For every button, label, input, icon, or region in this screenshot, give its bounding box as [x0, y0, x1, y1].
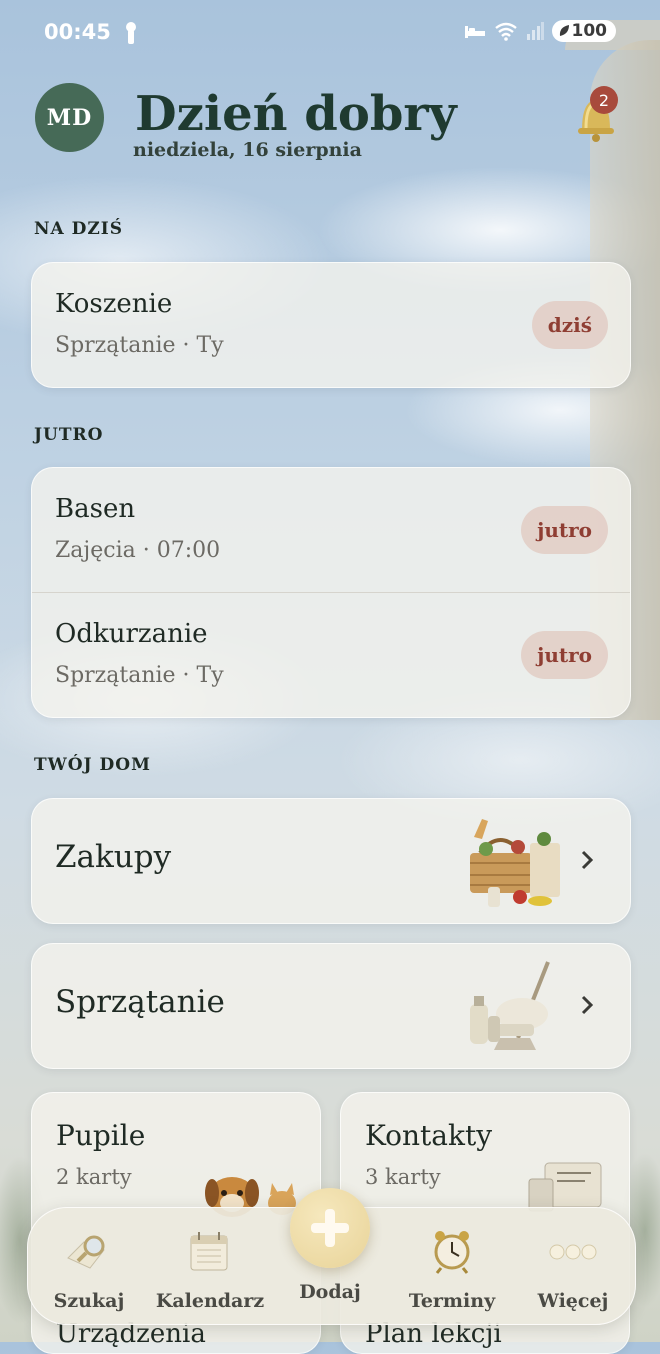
status-time: 00:45 — [44, 20, 111, 44]
groceries-basket-icon — [470, 819, 560, 907]
section-tomorrow-label: JUTRO — [34, 425, 104, 445]
tile-subtitle: 3 karty — [365, 1165, 441, 1189]
tab-deadlines[interactable]: Terminy — [397, 1228, 507, 1318]
cleaning-supplies-icon — [470, 961, 550, 1050]
avatar[interactable]: MD — [35, 83, 104, 152]
task-title: Odkurzanie — [55, 619, 208, 649]
tile-subtitle: 2 karty — [56, 1165, 132, 1189]
status-badge: dziś — [531, 301, 608, 349]
avatar-initials: MD — [46, 104, 93, 131]
add-label: Dodaj — [299, 1281, 361, 1303]
battery-indicator: 100 — [551, 20, 616, 42]
list-item[interactable]: Koszenie Sprzątanie · Ty dziś — [32, 263, 630, 387]
status-badge: jutro — [521, 631, 608, 679]
add-button[interactable] — [290, 1188, 370, 1268]
tab-label: Terminy — [408, 1290, 496, 1312]
signal-icon — [526, 22, 544, 40]
tab-calendar[interactable]: Kalendarz — [155, 1228, 265, 1318]
plus-icon — [311, 1209, 349, 1247]
list-item[interactable]: Basen Zajęcia · 07:00 jutro — [32, 468, 630, 592]
leaf-icon — [559, 25, 569, 36]
cleaning-card[interactable]: Sprzątanie — [31, 943, 631, 1069]
section-today-label: NA DZIŚ — [34, 219, 124, 239]
tomorrow-card: Basen Zajęcia · 07:00 jutro Odkurzanie S… — [31, 467, 631, 718]
search-icon — [67, 1235, 105, 1269]
task-subtitle: Zajęcia · 07:00 — [55, 538, 221, 563]
status-badge: jutro — [521, 506, 608, 554]
tab-more[interactable]: Więcej — [518, 1228, 628, 1318]
bed-icon — [464, 26, 485, 38]
battery-level: 100 — [571, 21, 608, 41]
chevron-right-icon — [581, 850, 594, 870]
tab-label: Szukaj — [53, 1290, 125, 1312]
list-item[interactable]: Odkurzanie Sprzątanie · Ty jutro — [32, 592, 630, 717]
task-title: Basen — [55, 494, 136, 524]
more-dots-icon — [549, 1244, 597, 1260]
section-home-label: TWÓJ DOM — [34, 755, 151, 775]
task-title: Koszenie — [55, 289, 173, 319]
alarm-clock-icon — [434, 1231, 470, 1274]
tile-title: Kontakty — [365, 1119, 493, 1152]
status-bar: 00:45 100 — [0, 0, 660, 66]
chevron-right-icon — [581, 995, 594, 1015]
task-subtitle: Sprzątanie · Ty — [55, 333, 224, 358]
calendar-icon — [190, 1232, 228, 1271]
notification-badge: 2 — [590, 86, 618, 114]
card-title: Sprzątanie — [55, 984, 225, 1020]
tab-label: Kalendarz — [155, 1290, 265, 1312]
keyhole-icon — [124, 22, 138, 44]
tab-label: Więcej — [537, 1290, 609, 1312]
current-date: niedziela, 16 sierpnia — [133, 139, 362, 161]
card-title: Zakupy — [55, 839, 172, 875]
tab-search[interactable]: Szukaj — [34, 1228, 144, 1318]
task-subtitle: Sprzątanie · Ty — [55, 663, 224, 688]
tile-title: Pupile — [56, 1119, 146, 1152]
today-card: Koszenie Sprzątanie · Ty dziś — [31, 262, 631, 388]
shopping-card[interactable]: Zakupy — [31, 798, 631, 924]
wifi-icon — [494, 22, 517, 41]
status-icons: 100 — [464, 20, 616, 42]
page-title: Dzień dobry — [135, 86, 457, 142]
